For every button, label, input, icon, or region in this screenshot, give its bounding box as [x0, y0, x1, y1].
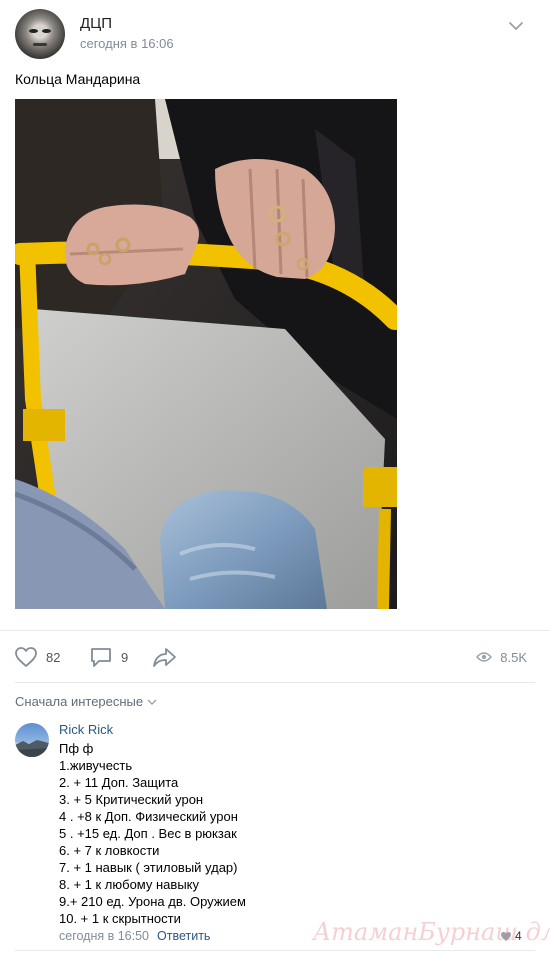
comment-line: 7. + 1 навык ( этиловый удар) — [59, 860, 238, 875]
comment-count: 9 — [121, 649, 129, 665]
commenter-name[interactable]: Rick Rick — [59, 722, 113, 737]
like-count: 82 — [46, 649, 61, 665]
landscape-avatar-image — [15, 740, 49, 757]
comment-line: 2. + 11 Доп. Защита — [59, 775, 179, 790]
post-header: ДЦП сегодня в 16:06 — [0, 0, 550, 68]
comment-text: Пф ф 1.живучесть 2. + 11 Доп. Защита 3. … — [59, 740, 499, 927]
post-actions-bar: 82 9 8.5K — [0, 630, 550, 682]
comment-line: 8. + 1 к любому навыку — [59, 877, 199, 892]
avatar-eye — [29, 29, 38, 33]
author-avatar[interactable] — [15, 9, 65, 59]
comment-like-count: 4 — [515, 929, 522, 943]
comment-button[interactable]: 9 — [89, 645, 128, 669]
reply-button[interactable]: Ответить — [157, 929, 210, 943]
share-button[interactable] — [152, 645, 178, 669]
post-timestamp[interactable]: сегодня в 16:06 — [80, 36, 174, 51]
comment-line: 9.+ 210 ед. Урона дв. Оружием — [59, 894, 246, 909]
comment-line: 3. + 5 Критический урон — [59, 792, 204, 807]
divider — [15, 950, 535, 951]
comments-sort-dropdown[interactable]: Сначала интересные — [15, 694, 157, 709]
comment-line: 10. + 1 к скрытности — [59, 911, 181, 926]
comment-meta: сегодня в 16:50 Ответить — [59, 929, 210, 943]
chevron-down-icon[interactable] — [507, 17, 525, 35]
comment-line: 6. + 7 к ловкости — [59, 843, 160, 858]
post-text: Кольца Мандарина — [15, 71, 141, 87]
share-arrow-icon — [153, 648, 176, 667]
commenter-avatar[interactable] — [15, 723, 49, 757]
comment-like-button[interactable]: 4 — [500, 929, 522, 943]
bus-handrail-hands-photo — [15, 99, 397, 609]
eye-icon — [476, 652, 493, 662]
avatar-eye — [42, 29, 51, 33]
comment-icon — [91, 648, 111, 667]
comment-line: 1.живучесть — [59, 758, 133, 773]
heart-icon — [501, 931, 511, 941]
post-photo[interactable] — [15, 99, 397, 609]
comment-timestamp[interactable]: сегодня в 16:50 — [59, 929, 149, 943]
views-counter: 8.5K — [476, 645, 527, 669]
views-count: 8.5K — [500, 649, 527, 665]
heart-icon — [15, 647, 37, 667]
comment-line: 5 . +15 ед. Доп . Вес в рюкзак — [59, 826, 237, 841]
sort-label: Сначала интересные — [15, 694, 144, 709]
comment-line: 4 . +8 к Доп. Физический урон — [59, 809, 238, 824]
like-button[interactable]: 82 — [14, 645, 60, 669]
chevron-down-icon — [147, 699, 157, 705]
comment-line: Пф ф — [59, 741, 94, 756]
avatar-mouth — [33, 43, 47, 46]
post-author-name[interactable]: ДЦП — [80, 15, 112, 32]
divider — [15, 682, 535, 683]
